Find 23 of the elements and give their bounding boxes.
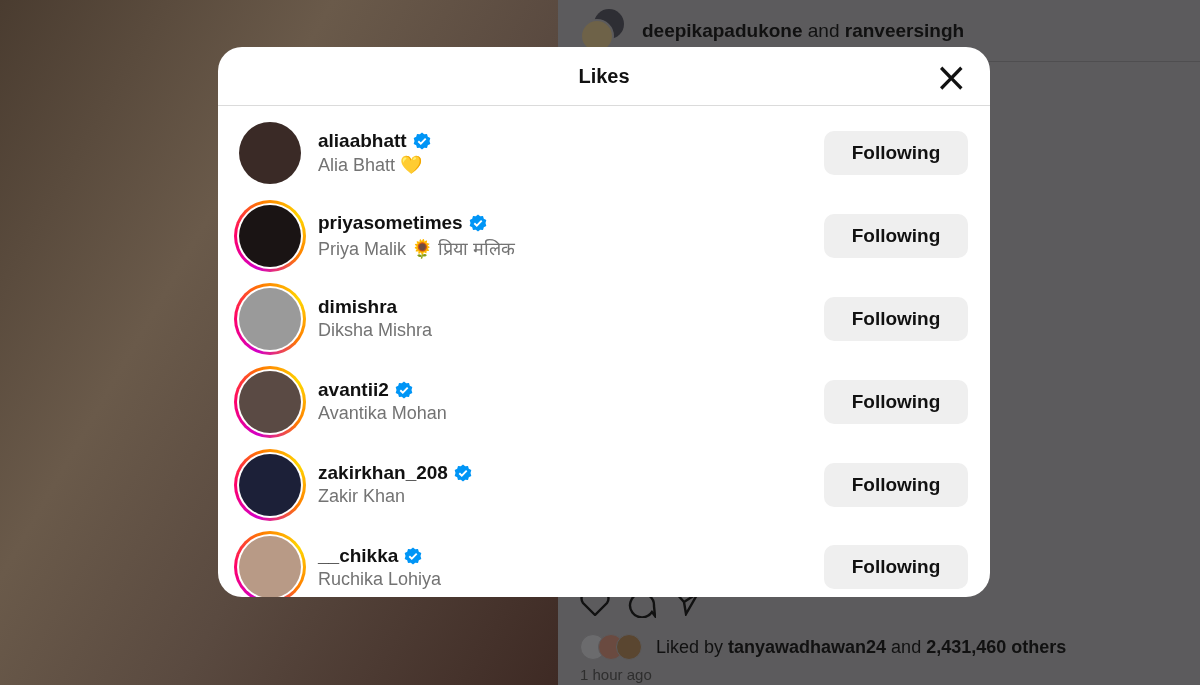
full-name: Ruchika Lohiya [318,568,443,590]
full-name: Avantika Mohan [318,403,448,425]
following-button[interactable]: Following [824,297,968,341]
post-authors: deepikapadukone and ranveersingh [642,19,965,42]
username[interactable]: zakirkhan_208 [318,462,448,485]
liked-by-text: Liked by tanyawadhawan24 and 2,431,460 others [656,636,1067,658]
username[interactable]: priyasometimes [318,212,463,235]
following-button[interactable]: Following [824,462,968,507]
dialog-title: Likes [578,64,630,88]
full-name: Alia Bhatt 💛 [318,154,424,177]
full-name: Zakir Khan [318,486,407,508]
username[interactable]: aliaabhatt [318,130,407,153]
following-button[interactable]: Following [824,214,968,259]
full-name: Priya Malik 🌻 प्रिया मलिक [318,238,517,261]
following-button[interactable]: Following [824,545,968,590]
username[interactable]: dimishra [318,296,398,319]
liker-avatars [580,634,642,660]
close-button[interactable]: × [934,62,968,92]
following-button[interactable]: Following [824,131,968,176]
full-name: Diksha Mishra [318,320,434,342]
username[interactable]: avantii2 [318,379,389,402]
following-button[interactable]: Following [824,379,968,424]
username[interactable]: __chikka [318,544,399,567]
